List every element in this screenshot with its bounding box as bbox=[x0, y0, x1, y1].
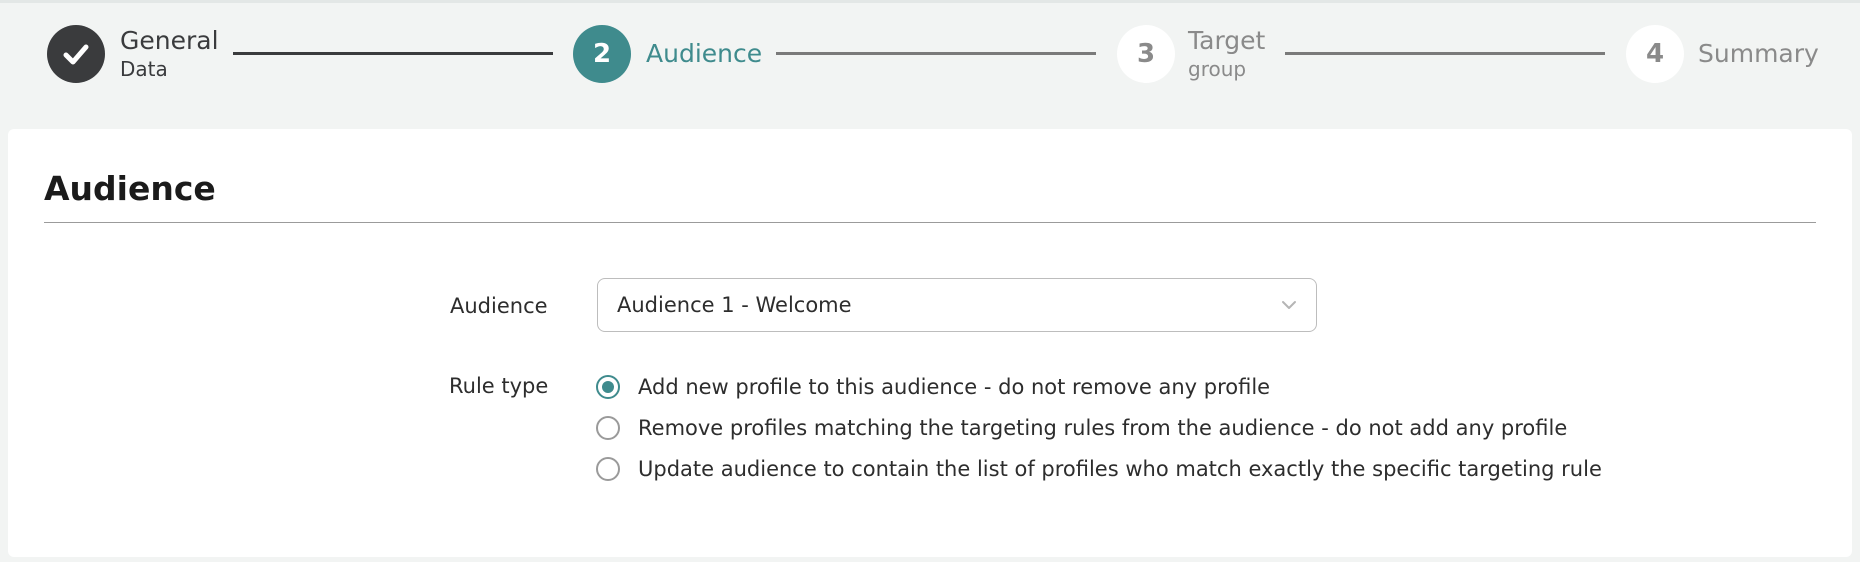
rule-option-update[interactable]: Update audience to contain the list of p… bbox=[596, 454, 1602, 484]
step-4-circle[interactable]: 4 bbox=[1626, 25, 1684, 83]
wizard-stepper: General Data 2 Audience 3 Target group 4… bbox=[0, 0, 1860, 110]
step-3-subtitle: group bbox=[1188, 57, 1247, 81]
step-3-circle[interactable]: 3 bbox=[1117, 25, 1175, 83]
step-2-title: Audience bbox=[646, 39, 763, 68]
rule-type-label: Rule type bbox=[449, 374, 549, 398]
connector-1-2 bbox=[233, 52, 553, 55]
radio-button-selected[interactable] bbox=[596, 375, 620, 399]
rule-option-label: Update audience to contain the list of p… bbox=[638, 457, 1602, 481]
connector-2-3 bbox=[776, 52, 1096, 55]
audience-card: Audience Audience Audience 1 - Welcome R… bbox=[8, 129, 1852, 557]
radio-button[interactable] bbox=[596, 457, 620, 481]
step-1-completed-circle[interactable] bbox=[47, 25, 105, 83]
section-divider bbox=[44, 222, 1816, 223]
rule-option-label: Remove profiles matching the targeting r… bbox=[638, 416, 1568, 440]
audience-select-value: Audience 1 - Welcome bbox=[617, 293, 852, 317]
rule-option-label: Add new profile to this audience - do no… bbox=[638, 375, 1271, 399]
chevron-down-icon bbox=[1282, 301, 1296, 309]
step-1-title: General bbox=[120, 26, 219, 55]
step-4-title: Summary bbox=[1698, 39, 1819, 68]
section-title: Audience bbox=[44, 169, 216, 208]
audience-select[interactable]: Audience 1 - Welcome bbox=[597, 278, 1317, 332]
step-1-subtitle: Data bbox=[120, 57, 168, 81]
connector-3-4 bbox=[1285, 52, 1605, 55]
radio-button[interactable] bbox=[596, 416, 620, 440]
rule-option-remove[interactable]: Remove profiles matching the targeting r… bbox=[596, 413, 1567, 443]
step-3-title: Target bbox=[1188, 26, 1266, 55]
audience-field-label: Audience bbox=[450, 294, 548, 318]
step-2-circle[interactable]: 2 bbox=[573, 25, 631, 83]
rule-option-add[interactable]: Add new profile to this audience - do no… bbox=[596, 372, 1270, 402]
checkmark-icon bbox=[63, 44, 89, 65]
